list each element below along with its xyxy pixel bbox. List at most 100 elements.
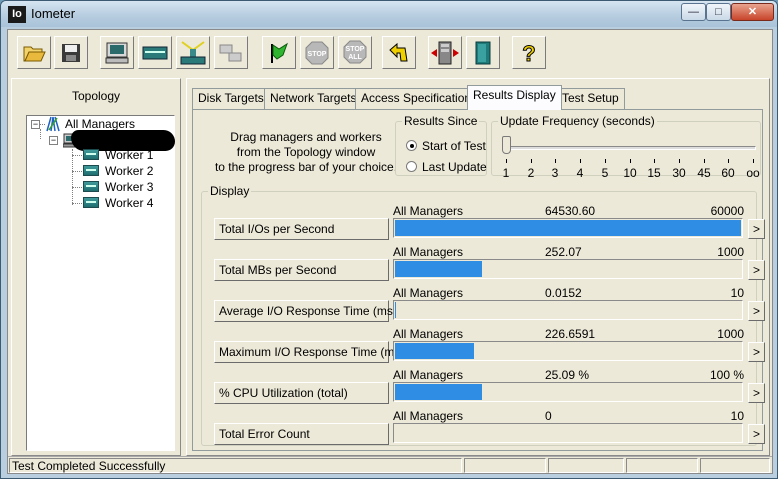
status-pane-2 [464, 458, 546, 473]
update-frequency-legend: Update Frequency (seconds) [500, 114, 655, 128]
open-config-button[interactable] [17, 36, 51, 69]
title-bar[interactable]: Io Iometer — □ ✕ [1, 1, 777, 27]
metric-progress-bar[interactable] [393, 382, 743, 402]
metric-progress-bar[interactable] [393, 218, 743, 238]
metric-max: 1000 [717, 245, 744, 259]
update-frequency-group: Update Frequency (seconds) 1 2 3 4 5 10 15 30 45… [491, 114, 761, 180]
metric-source-label: All Managers [393, 368, 464, 382]
tree-node-all-managers[interactable]: All Managers [65, 117, 135, 131]
exit-button[interactable] [466, 36, 500, 69]
radio-last-update[interactable]: Last Update [406, 159, 487, 175]
metric-source-label: All Managers [393, 327, 464, 341]
metric-arrow-button[interactable]: > [748, 383, 765, 403]
tree-node-worker-4[interactable]: Worker 4 [105, 196, 153, 210]
display-legend: Display [210, 184, 250, 198]
tab-network-targets[interactable]: Network Targets [264, 88, 363, 109]
metric-value: 226.6591 [545, 327, 596, 341]
tree-node-worker-1[interactable]: Worker 1 [105, 148, 153, 162]
slider-tick [605, 159, 606, 163]
metric-select-button[interactable]: Total MBs per Second [214, 259, 389, 281]
help-button[interactable]: ? [512, 36, 546, 69]
slider-tick [728, 159, 729, 163]
stop-sign-icon: STOP [305, 41, 329, 64]
slider-tick-label: oo [746, 166, 760, 180]
duplicate-worker-button[interactable] [176, 36, 210, 69]
worker-3-icon [83, 181, 99, 192]
metric-arrow-button[interactable]: > [748, 301, 765, 321]
radio-selected-icon[interactable] [406, 140, 417, 151]
window-title: Iometer [31, 6, 76, 21]
tab-disk-targets[interactable]: Disk Targets [192, 88, 270, 109]
topology-label: Topology [71, 89, 121, 103]
tab-access-specifications[interactable]: Access Specifications [355, 88, 484, 109]
results-since-group: Results Since Start of Test Last Update [395, 114, 487, 176]
metric-select-button[interactable]: Maximum I/O Response Time (ms) [214, 341, 404, 363]
disk-worker-icon [105, 42, 129, 63]
slider-tick [753, 159, 754, 163]
slider-tick [654, 159, 655, 163]
slider-thumb[interactable] [502, 136, 511, 154]
metric-max: 10 [730, 409, 744, 423]
metric-arrow-button[interactable]: > [748, 260, 765, 280]
tree-node-worker-2[interactable]: Worker 2 [105, 164, 153, 178]
topology-panel: Topology − All Managers − Worker 1 Worke… [11, 78, 181, 456]
radio-start-of-test-label: Start of Test [422, 139, 486, 153]
metric-select-button[interactable]: Total I/Os per Second [214, 218, 389, 240]
close-button[interactable]: ✕ [731, 3, 774, 21]
metric-select-button[interactable]: Total Error Count [214, 423, 389, 445]
metric-progress-fill [395, 261, 482, 277]
new-disk-worker-button[interactable] [100, 36, 134, 69]
metric-progress-bar[interactable] [393, 423, 743, 443]
slider-tick [580, 159, 581, 163]
maximize-button[interactable]: □ [706, 3, 731, 21]
iometer-window: Io Iometer — □ ✕ STOP STOP ALL ? Topolog… [0, 0, 778, 479]
metric-arrow-button[interactable]: > [748, 219, 765, 239]
reset-arrow-icon [389, 42, 408, 61]
new-network-worker-button[interactable] [138, 36, 172, 69]
save-config-button[interactable] [54, 36, 88, 69]
worker-2-icon [83, 165, 99, 176]
new-manager-button[interactable] [428, 36, 462, 69]
metric-select-button[interactable]: % CPU Utilization (total) [214, 382, 389, 404]
tab-test-setup[interactable]: Test Setup [556, 88, 625, 109]
svg-text:STOP: STOP [346, 46, 365, 53]
new-manager-icon [431, 41, 459, 64]
radio-start-of-test[interactable]: Start of Test [406, 138, 486, 154]
metric-max: 1000 [717, 327, 744, 341]
help-question-icon: ? [522, 40, 536, 66]
topology-tree[interactable]: − All Managers − Worker 1 Worker 2 Worke… [26, 115, 175, 451]
network-worker-icon [142, 46, 168, 59]
metric-max: 60000 [710, 204, 744, 218]
reset-workers-button[interactable] [382, 36, 416, 69]
green-flag-icon [271, 42, 288, 63]
collapse-manager-icon[interactable]: − [49, 136, 58, 145]
tab-results-display[interactable]: Results Display [467, 85, 562, 110]
stop-all-button[interactable]: STOP ALL [338, 36, 372, 69]
radio-unselected-icon[interactable] [406, 161, 417, 172]
collapse-all-managers-icon[interactable]: − [31, 120, 40, 129]
slider-tick [630, 159, 631, 163]
metric-progress-bar[interactable] [393, 300, 743, 320]
metric-source-label: All Managers [393, 204, 464, 218]
slider-tick [555, 159, 556, 163]
worker-1-icon [83, 149, 99, 160]
metric-value: 252.07 [545, 245, 582, 259]
metric-progress-bar[interactable] [393, 259, 743, 279]
display-group: Display All Managers 64530.60 60000 Total I… [201, 184, 765, 446]
drag-instructions: Drag managers and workers from the Topol… [201, 130, 411, 175]
start-tests-button[interactable] [262, 36, 296, 69]
svg-text:STOP: STOP [308, 51, 327, 58]
metric-max: 100 % [709, 368, 744, 382]
minimize-button[interactable]: — [681, 3, 706, 21]
metric-arrow-button[interactable]: > [748, 424, 765, 444]
metric-progress-bar[interactable] [393, 341, 743, 361]
stop-test-button[interactable]: STOP [300, 36, 334, 69]
results-display-page: Drag managers and workers from the Topol… [192, 109, 765, 451]
manager-worker-button[interactable] [214, 36, 248, 69]
metric-select-button[interactable]: Average I/O Response Time (ms) [214, 300, 397, 322]
update-frequency-slider[interactable] [506, 146, 756, 150]
drag-instructions-line-3: to the progress bar of your choice. [214, 160, 398, 174]
metric-arrow-button[interactable]: > [748, 342, 765, 362]
svg-text:?: ? [522, 41, 535, 66]
tree-node-worker-3[interactable]: Worker 3 [105, 180, 153, 194]
